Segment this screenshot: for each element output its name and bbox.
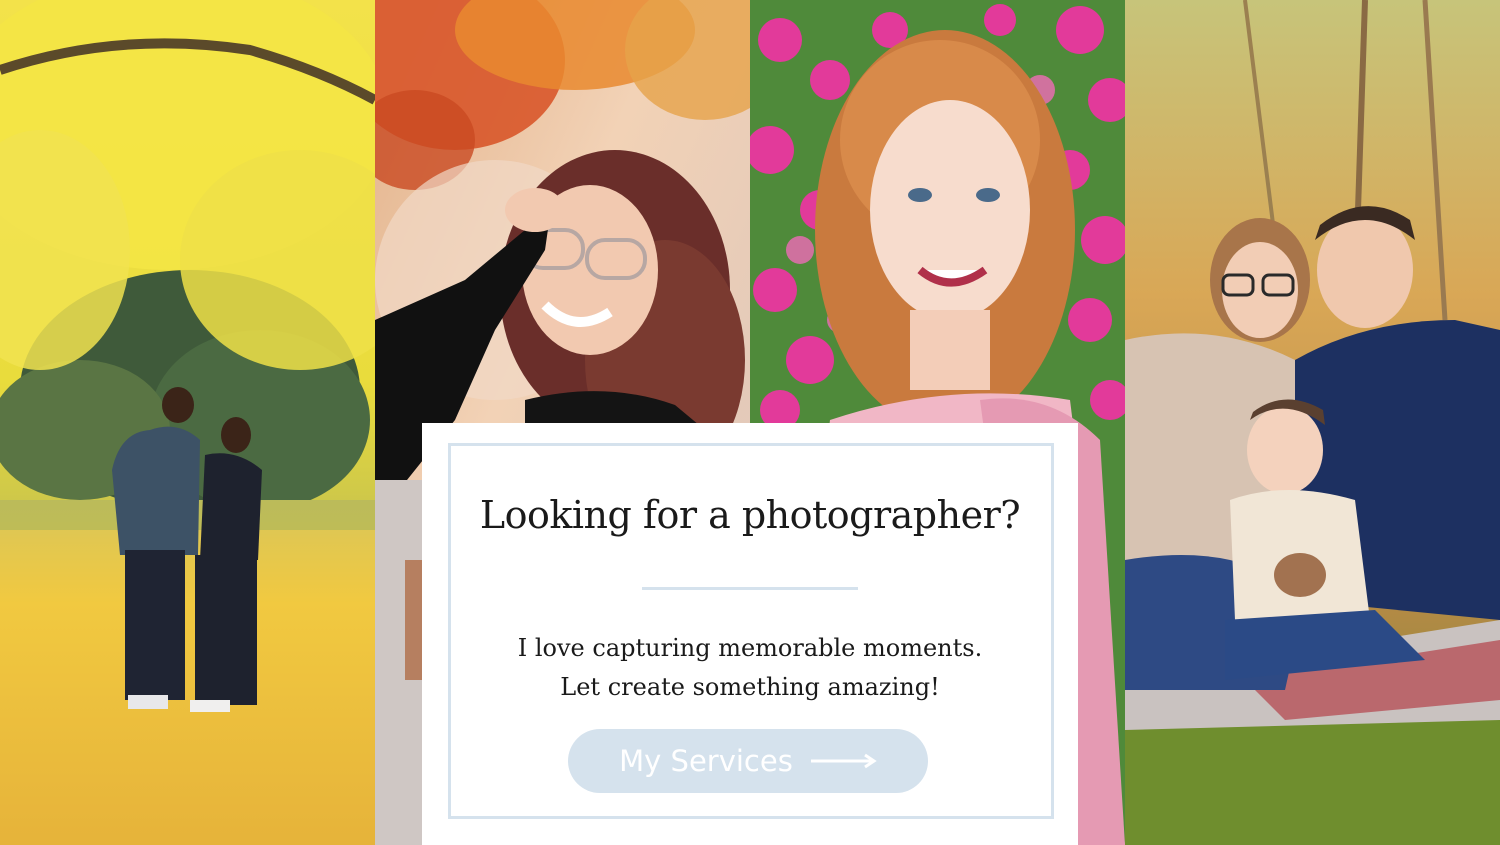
my-services-button-label: My Services xyxy=(619,744,793,778)
card-body-line-2: Let create something amazing! xyxy=(560,673,940,701)
card-body-text: I love capturing memorable moments. Let … xyxy=(422,629,1078,707)
card-body-line-1: I love capturing memorable moments. xyxy=(517,634,983,662)
cta-card: Looking for a photographer? I love captu… xyxy=(422,423,1078,845)
card-divider xyxy=(642,587,858,590)
my-services-button[interactable]: My Services xyxy=(568,729,928,793)
arrow-right-icon xyxy=(810,753,877,769)
couple-yellow-tree-photo xyxy=(0,0,375,845)
card-headline: Looking for a photographer? xyxy=(479,493,1021,537)
family-picnic-photo xyxy=(1125,0,1500,845)
